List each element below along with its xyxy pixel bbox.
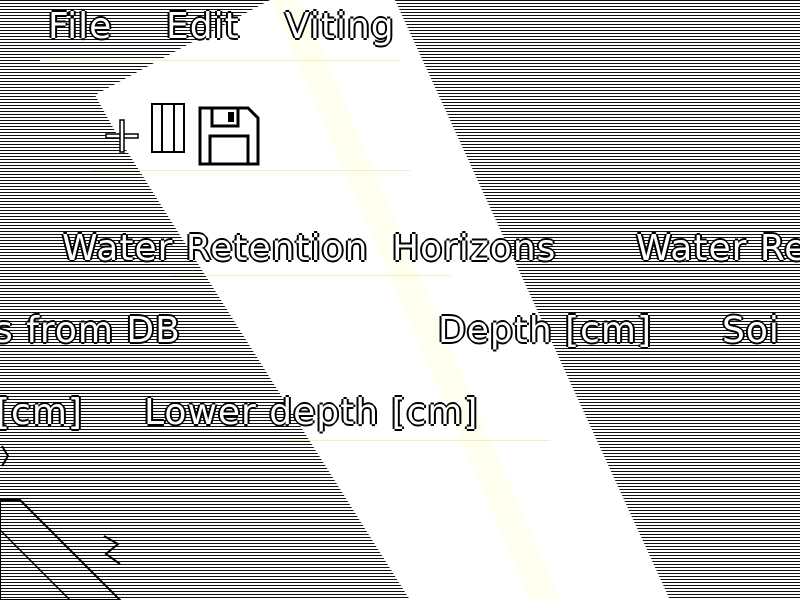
column-header-soil: Soi (722, 310, 780, 351)
water-retention-tab-right[interactable]: Water Re (636, 228, 800, 269)
toolbar-separator (90, 170, 410, 171)
grid-icon (151, 103, 185, 153)
menu-edit[interactable]: Edit (166, 6, 240, 47)
app-window: File Edit Viting Water Retention Horizon… (0, 0, 800, 600)
corner-widget-fragment (0, 445, 122, 600)
column-header-depth: Depth [cm] (438, 310, 653, 351)
menu-view[interactable]: Viting (285, 6, 395, 47)
save-icon (198, 106, 260, 166)
water-retention-tab[interactable]: Water Retention (62, 228, 368, 269)
column-header-upper-depth: [cm] (0, 392, 83, 433)
save-button[interactable] (196, 104, 262, 168)
column-header-from-db: s from DB (0, 310, 181, 351)
header-separator (170, 275, 450, 276)
plus-icon (105, 119, 139, 153)
horizons-tab[interactable]: Horizons (392, 228, 556, 269)
menu-separator (40, 60, 400, 61)
grid-button[interactable] (148, 100, 188, 156)
column-separator (280, 440, 550, 441)
add-button[interactable] (104, 118, 140, 154)
menu-file[interactable]: File (48, 6, 112, 47)
column-header-lower-depth: Lower depth [cm] (144, 392, 479, 433)
